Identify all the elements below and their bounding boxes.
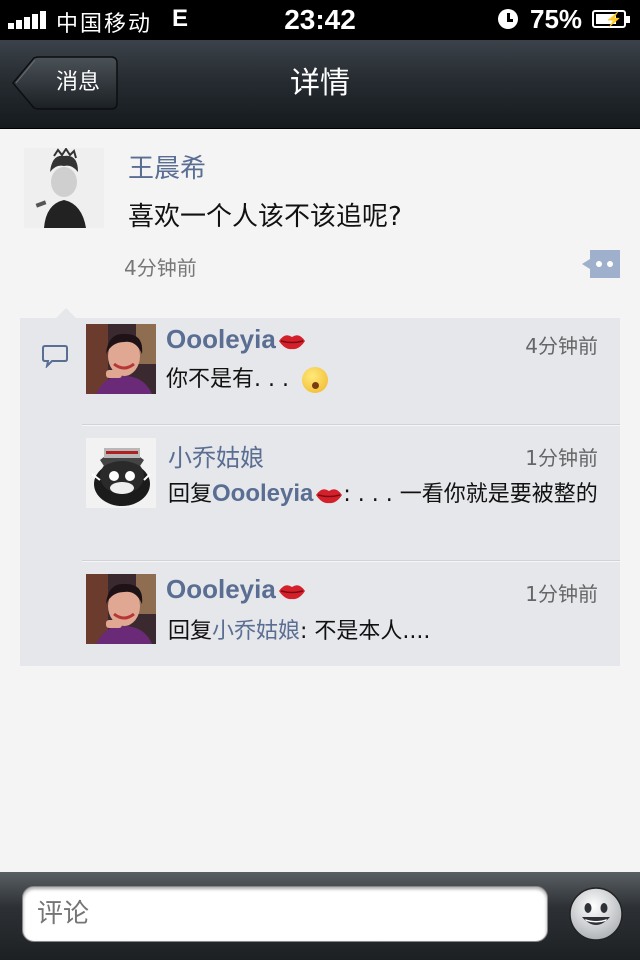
- comments-panel: Oooleyia 4分钟前 你不是有. . . 小乔姑娘 1分钟前 回复Oool…: [20, 308, 620, 666]
- comment-timestamp: 1分钟前: [525, 582, 598, 606]
- post-text: 喜欢一个人该不该追呢?: [128, 202, 402, 232]
- reply-to-name[interactable]: Oooleyia: [212, 480, 313, 507]
- comment-text: 回复Oooleyia: . . . 一看你就是要被整的: [168, 480, 598, 507]
- commenter-avatar[interactable]: [86, 324, 156, 394]
- smiley-icon[interactable]: [568, 886, 624, 942]
- battery-charging-icon: ⚡: [592, 10, 630, 28]
- lips-icon: [316, 489, 343, 504]
- page-title: 详情: [290, 66, 350, 101]
- comment-divider: [82, 560, 620, 562]
- post-timestamp: 4分钟前: [124, 256, 197, 280]
- commenter-name[interactable]: 小乔姑娘: [168, 438, 264, 473]
- shocked-emoji-icon: [301, 367, 328, 393]
- comment-input[interactable]: [22, 886, 548, 942]
- commenter-avatar[interactable]: [86, 438, 156, 508]
- commenter-name[interactable]: Oooleyia: [166, 324, 306, 355]
- more-icon[interactable]: [582, 250, 620, 278]
- commenter-name[interactable]: Oooleyia: [166, 574, 306, 605]
- navigation-bar: 消息 详情: [0, 40, 640, 129]
- commenter-avatar[interactable]: [86, 574, 156, 644]
- alarm-icon: [498, 9, 518, 29]
- lips-icon: [278, 335, 305, 350]
- comment-text: 回复小乔姑娘: 不是本人....: [168, 619, 431, 644]
- comment-text: 你不是有. . .: [166, 364, 328, 396]
- post-author-name[interactable]: 王晨希: [128, 148, 206, 185]
- comment-composer-bar: [0, 872, 640, 960]
- reply-to-name[interactable]: 小乔姑娘: [212, 619, 300, 644]
- author-avatar[interactable]: [24, 148, 104, 228]
- status-bar: 中国移动 E 23:42 75% ⚡: [0, 0, 640, 40]
- comment-timestamp: 1分钟前: [525, 446, 598, 470]
- comment-bubble-icon: [42, 345, 68, 368]
- comment-timestamp: 4分钟前: [525, 334, 598, 358]
- battery-percent: 75%: [530, 4, 583, 34]
- comment-divider: [82, 424, 620, 426]
- lips-icon: [278, 585, 305, 600]
